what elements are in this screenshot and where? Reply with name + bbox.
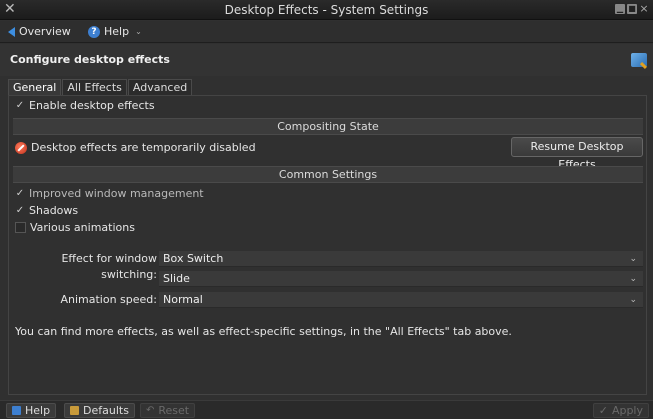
shadows-checkbox[interactable]: ✓ Shadows (15, 204, 78, 217)
compositing-state-heading: Compositing State (13, 118, 643, 135)
back-arrow-icon (8, 26, 15, 37)
defaults-button-label: Defaults (83, 404, 129, 417)
enable-effects-checkbox[interactable]: ✓ Enable desktop effects (15, 99, 155, 112)
animation-speed-value: Normal (163, 293, 203, 306)
common-settings-heading: Common Settings (13, 166, 643, 183)
help-button-label: Help (25, 404, 51, 417)
tab-bar: General All Effects Advanced (8, 79, 193, 97)
resume-effects-button[interactable]: Resume Desktop Effects (511, 137, 643, 171)
maximize-icon[interactable]: ■ (627, 4, 637, 14)
reset-button[interactable]: ↶ Reset (140, 403, 196, 418)
defaults-button[interactable]: Defaults (64, 403, 135, 418)
compositing-status: Desktop effects are temporarily disabled (15, 141, 256, 154)
reset-button-label: Reset (158, 404, 190, 417)
shadows-label: Shadows (29, 204, 79, 217)
button-bar: Help Defaults ↶ Reset ✓ Apply (0, 400, 653, 419)
window-switching-select[interactable]: Box Switch ⌄ (159, 251, 643, 267)
apply-button[interactable]: ✓ Apply (592, 403, 649, 418)
checkmark-icon: ✓ (598, 404, 608, 417)
close-icon[interactable]: × (639, 3, 649, 14)
window-controls: ▁ ■ × (615, 3, 649, 14)
checkmark-icon: ✓ (15, 204, 25, 216)
navigation-bar: Overview ? Help ⌄ (0, 21, 653, 43)
animation-speed-label: Animation speed: (60, 293, 157, 306)
general-tab-panel: ✓ Enable desktop effects Compositing Sta… (8, 95, 647, 395)
checkmark-icon: ✓ (15, 99, 25, 111)
desktop-effects-icon (631, 53, 647, 67)
undo-icon: ↶ (146, 405, 155, 416)
window-switching-alt-value: Slide (163, 272, 190, 285)
help-menu-label: Help (104, 25, 130, 38)
checkmark-icon: ✓ (15, 187, 25, 199)
window-switching-value: Box Switch (163, 252, 224, 265)
animation-speed-select[interactable]: Normal ⌄ (159, 292, 643, 308)
window-switching-label: Effect for window switching: (61, 252, 157, 281)
title-bar: ✕ Desktop Effects - System Settings ▁ ■ … (0, 0, 653, 20)
window-title: Desktop Effects - System Settings (224, 3, 429, 17)
chevron-down-icon: ⌄ (629, 274, 637, 284)
improved-wm-label: Improved window management (29, 187, 204, 200)
chevron-down-icon: ⌄ (629, 254, 637, 264)
page-title: Configure desktop effects (10, 53, 170, 66)
minimize-icon[interactable]: ▁ (615, 4, 625, 14)
enable-effects-label: Enable desktop effects (29, 99, 155, 112)
help-button[interactable]: Help (6, 403, 57, 418)
compositing-status-text: Desktop effects are temporarily disabled (31, 141, 256, 154)
help-icon: ? (88, 25, 100, 38)
help-icon (12, 406, 21, 415)
improved-wm-checkbox[interactable]: ✓ Improved window management (15, 187, 204, 200)
chevron-down-icon: ⌄ (629, 295, 637, 305)
animations-checkbox[interactable]: Various animations (15, 221, 135, 234)
overview-button[interactable]: Overview (8, 25, 71, 38)
animations-label: Various animations (30, 221, 135, 234)
disabled-status-icon (15, 141, 27, 154)
defaults-icon (70, 406, 79, 415)
unchecked-box-icon (15, 222, 26, 233)
overview-label: Overview (19, 25, 71, 38)
page-header: Configure desktop effects (0, 44, 653, 76)
info-text: You can find more effects, as well as ef… (15, 325, 512, 338)
apply-button-label: Apply (611, 404, 643, 417)
window-switching-alt-select[interactable]: Slide ⌄ (159, 271, 643, 287)
help-menu-button[interactable]: ? Help ⌄ (88, 25, 142, 38)
chevron-down-icon: ⌄ (135, 27, 142, 36)
